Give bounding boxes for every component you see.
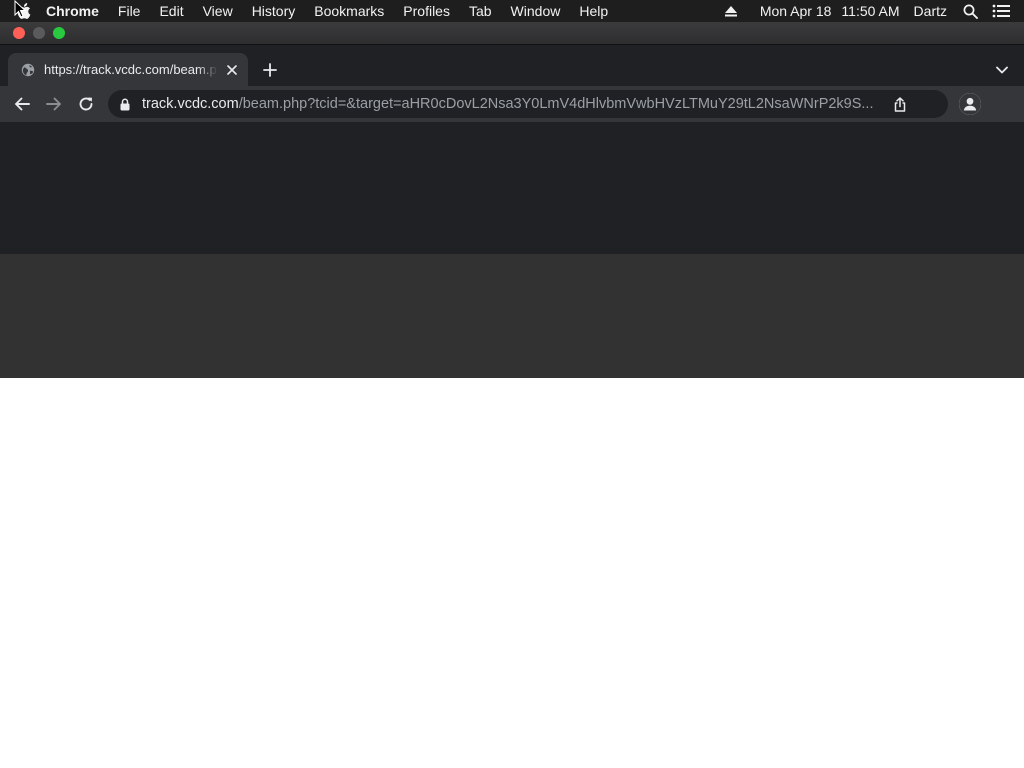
menu-tab[interactable]: Tab — [469, 3, 492, 19]
page-gray-band-region — [0, 254, 1024, 378]
mouse-cursor-icon — [14, 0, 26, 18]
tab-active[interactable]: https://track.vcdc.com/beam.php — [8, 53, 248, 86]
browser-toolbar: track.vcdc.com/beam.php?tcid=&target=aHR… — [0, 86, 1024, 122]
control-center-icon[interactable] — [992, 3, 1010, 19]
tab-search-chevron-icon[interactable] — [994, 62, 1010, 78]
tab-close-icon[interactable] — [224, 62, 240, 78]
menu-app-name[interactable]: Chrome — [46, 3, 99, 19]
globe-icon — [21, 63, 35, 77]
menu-profiles[interactable]: Profiles — [403, 3, 450, 19]
menubar-status-area: Mon Apr 18 11:50 AM Dartz — [724, 0, 1024, 22]
window-zoom-button[interactable] — [53, 27, 65, 39]
eject-icon[interactable] — [724, 4, 738, 18]
tab-strip: https://track.vcdc.com/beam.php — [0, 45, 1024, 86]
page-dark-header-region — [0, 122, 1024, 254]
lock-icon[interactable] — [120, 97, 132, 111]
menubar-time[interactable]: 11:50 AM — [841, 3, 899, 19]
address-bar[interactable]: track.vcdc.com/beam.php?tcid=&target=aHR… — [108, 90, 948, 118]
new-tab-icon[interactable] — [260, 60, 280, 80]
page-blank-body — [0, 378, 1024, 768]
menu-bookmarks[interactable]: Bookmarks — [314, 3, 384, 19]
back-arrow-icon[interactable] — [12, 94, 32, 114]
forward-arrow-icon[interactable] — [44, 94, 64, 114]
menu-view[interactable]: View — [203, 3, 233, 19]
profile-avatar-icon[interactable] — [959, 93, 981, 115]
menu-edit[interactable]: Edit — [159, 3, 183, 19]
url-host: track.vcdc.com — [142, 96, 239, 112]
menubar-date[interactable]: Mon Apr 18 — [760, 3, 832, 19]
tab-title: https://track.vcdc.com/beam.php — [44, 62, 218, 77]
url-text[interactable]: track.vcdc.com/beam.php?tcid=&target=aHR… — [142, 96, 878, 112]
spotlight-search-icon[interactable] — [962, 3, 978, 19]
window-minimize-button[interactable] — [33, 27, 45, 39]
menu-help[interactable]: Help — [579, 3, 608, 19]
menu-file[interactable]: File — [118, 3, 141, 19]
menu-window[interactable]: Window — [511, 3, 561, 19]
window-titlebar[interactable] — [0, 22, 1024, 45]
reload-icon[interactable] — [76, 94, 96, 114]
share-icon[interactable] — [892, 96, 908, 112]
url-path: /beam.php?tcid=&target=aHR0cDovL2Nsa3Y0L… — [238, 96, 874, 112]
menubar-user[interactable]: Dartz — [914, 3, 947, 19]
menu-history[interactable]: History — [252, 3, 296, 19]
menu-bar: Chrome File Edit View History Bookmarks … — [0, 0, 1024, 22]
window-close-button[interactable] — [13, 27, 25, 39]
